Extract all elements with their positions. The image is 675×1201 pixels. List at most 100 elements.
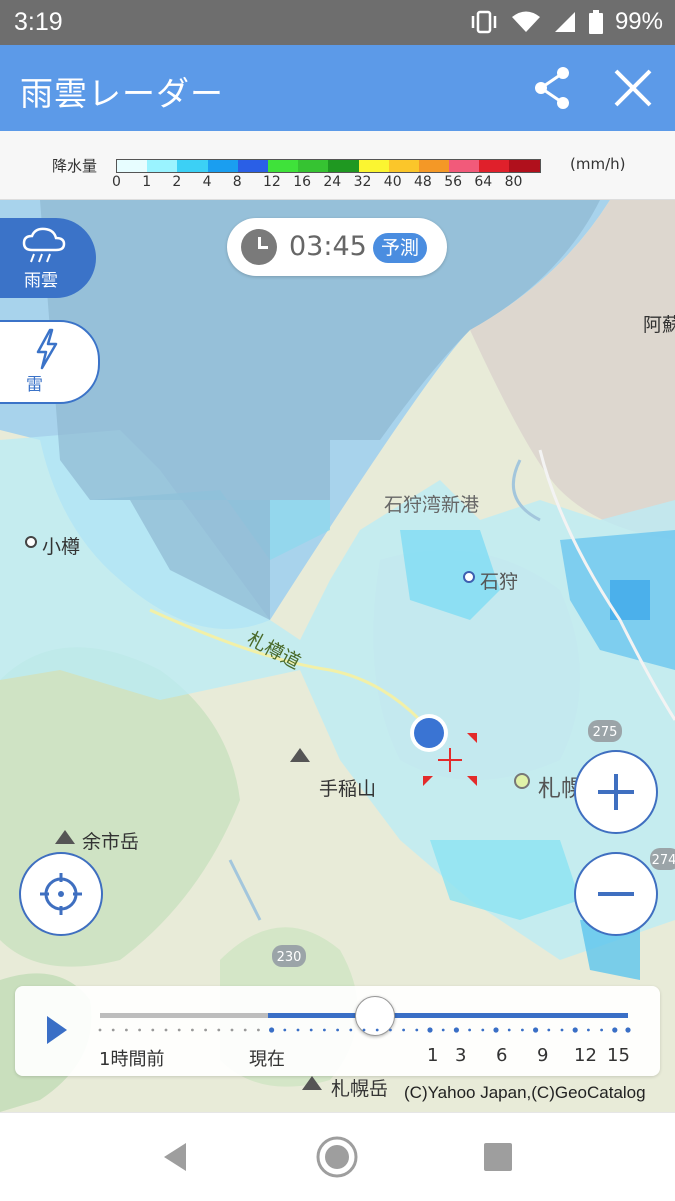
legend-swatch [298,160,329,172]
legend-tick-label: 56 [444,174,463,190]
layer-label-rain: 雨雲 [24,271,58,291]
status-time: 3:19 [14,8,63,36]
legend-swatch [147,160,178,172]
timeline-tick [493,1027,499,1033]
timeline-tick [204,1028,208,1032]
timeline-tick [191,1028,194,1032]
legend-swatch [177,160,208,172]
battery-icon [588,10,603,34]
legend-color-scale [116,159,541,173]
legend-swatch [237,160,268,172]
plus-icon [598,774,634,810]
place-label-ishikari-port: 石狩湾新港 [384,494,480,516]
timeline-tick [296,1028,300,1032]
timeline-tick [415,1028,419,1032]
legend-tick-label: 16 [293,174,312,190]
timeline-tick [468,1028,471,1032]
layer-button-lightning[interactable]: 雷 [0,320,100,404]
timeline-panel: 1時間前 現在 1 3 6 9 12 15 [15,986,660,1076]
forecast-badge: 予測 [373,233,428,263]
legend-tick-label: 32 [353,174,372,190]
timeline-tick [507,1028,511,1032]
layer-button-rain[interactable]: 雨雲 [0,218,96,298]
legend-tick-label: 0 [112,174,121,190]
timeline-label-1: 1 [427,1045,439,1066]
close-icon[interactable] [608,63,658,113]
legend-swatch [117,160,148,172]
timeline-tick [269,1027,275,1033]
timeline-label-now: 現在 [249,1049,285,1070]
share-icon[interactable] [528,63,578,113]
timeline-tick [125,1028,128,1032]
layer-label-lightning: 雷 [26,375,43,395]
recents-square-icon[interactable] [482,1141,514,1173]
locate-button[interactable] [19,852,103,936]
legend-tick-label: 1 [142,174,152,190]
place-label-teineyama: 手稲山 [319,778,377,800]
timeline-tick [164,1028,168,1032]
legend-tick-label: 80 [504,174,523,190]
legend-tick-label: 8 [232,174,242,190]
home-circle-icon[interactable] [315,1135,359,1179]
app-bar: 雨雲レーダー [0,45,675,131]
timeline-tick [402,1028,405,1032]
timeline-label-6: 6 [496,1045,508,1066]
timeline-tick [587,1028,590,1032]
battery-level: 99% [614,8,663,35]
rain-cloud-icon [22,227,66,263]
place-label-yoichidake: 余市岳 [82,831,140,853]
timeline-label-1h-ago: 1時間前 [99,1049,165,1070]
legend-tick-label: 24 [323,174,342,190]
minus-icon [598,892,634,896]
timeline-tick [427,1027,433,1033]
timeline-tick [560,1028,564,1032]
timeline-tick [533,1027,539,1033]
place-label-sapporodake: 札幌岳 [331,1078,389,1100]
forecast-time: 03:45 [289,231,367,262]
timeline-label-12: 12 [574,1045,597,1066]
lightning-icon [36,328,58,370]
radar-map[interactable]: 275 274 230 阿蘇 石狩湾新港 小樽 石狩 札樽道 手稲山 札幌 余市… [0,200,675,1112]
zoom-out-button[interactable] [574,852,658,936]
timeline-tick [600,1028,603,1032]
legend-swatch [267,160,299,172]
app-title: 雨雲レーダー [20,74,224,113]
place-label-aso: 阿蘇 [643,314,675,336]
status-icons: 99% [469,8,663,36]
legend-swatch [358,160,389,172]
legend-swatch [479,160,510,172]
place-label-ishikari: 石狩 [480,571,519,593]
timeline-tick [257,1028,260,1032]
timeline-tick [453,1027,459,1033]
back-triangle-icon[interactable] [160,1141,190,1173]
timeline-tick [572,1027,578,1033]
copyright: (C)Yahoo Japan,(C)GeoCatalog [404,1083,646,1102]
zoom-in-button[interactable] [574,750,658,834]
timeline-tick [481,1028,485,1032]
legend-swatch [449,160,480,172]
timeline-tick [309,1028,313,1032]
crosshair-icon [40,873,82,915]
timeline-tick [283,1028,287,1032]
signal-icon [554,12,575,32]
svg-text:230: 230 [277,950,302,965]
timeline-label-15: 15 [607,1045,630,1066]
timeline-tick [98,1028,102,1032]
timeline-tick [521,1028,524,1032]
legend-tick-label: 48 [414,174,432,190]
legend-tick-label: 40 [383,174,402,190]
vibrate-icon [471,10,497,34]
legend-tick-labels: 0 1 2 4 8 12 16 24 32 40 48 56 64 80 [112,174,572,194]
wifi-icon [511,11,540,32]
svg-text:275: 275 [593,725,618,740]
timeline-tick [217,1028,221,1032]
timeline-tick [547,1028,551,1032]
legend-tick-label: 2 [172,174,182,190]
timeline-label-9: 9 [537,1045,549,1066]
map-canvas: 275 274 230 [0,200,675,1112]
legend-swatch [207,160,238,172]
timeline-tick [177,1028,181,1032]
clock-icon [241,229,277,265]
timeline-tick [625,1027,631,1033]
time-indicator[interactable]: 03:45 予測 [227,218,447,276]
